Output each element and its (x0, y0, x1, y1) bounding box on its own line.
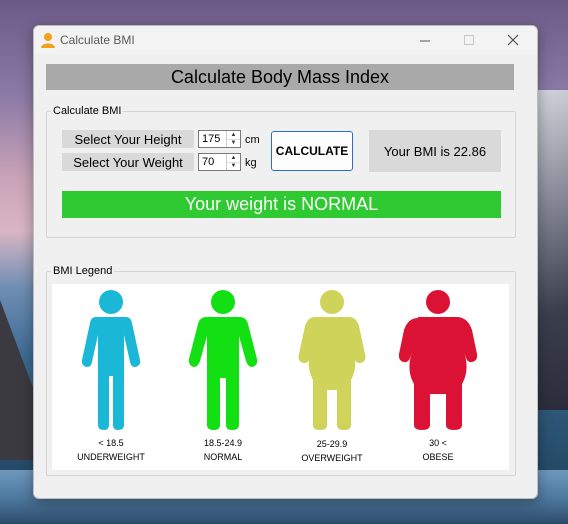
underweight-figure-icon (81, 290, 141, 430)
minimize-icon (419, 40, 430, 41)
maximize-button[interactable] (447, 28, 491, 52)
obese-category-label: OBESE (422, 452, 454, 462)
weight-status-banner: Your weight is NORMAL (62, 191, 501, 218)
close-icon (507, 34, 519, 46)
maximize-icon (463, 34, 474, 45)
underweight-range-label: < 18.5 (98, 438, 124, 448)
calculate-bmi-group-label: Calculate BMI (51, 105, 124, 117)
obese-figure-icon (398, 290, 478, 430)
title-bar[interactable]: Calculate BMI (34, 26, 537, 54)
overweight-range-label: 25-29.9 (316, 439, 348, 449)
height-label: Select Your Height (62, 130, 194, 148)
weight-unit-label: kg (245, 157, 257, 169)
overweight-figure-icon (298, 290, 366, 430)
user-icon (41, 33, 55, 48)
weight-decrement-button[interactable]: ▼ (227, 162, 240, 170)
normal-category-label: NORMAL (203, 452, 243, 462)
weight-label: Select Your Weight (62, 153, 194, 171)
weight-stepper[interactable]: ▲ ▼ (198, 153, 241, 171)
normal-range-label: 18.5-24.9 (203, 438, 243, 448)
page-title: Calculate Body Mass Index (46, 64, 514, 90)
bmi-result-display: Your BMI is 22.86 (369, 130, 501, 172)
bmi-legend-group-label: BMI Legend (51, 265, 115, 277)
close-button[interactable] (491, 28, 535, 52)
height-stepper[interactable]: ▲ ▼ (198, 130, 241, 148)
minimize-button[interactable] (403, 28, 447, 52)
obese-range-label: 30 < (429, 438, 447, 448)
bmi-window: Calculate BMI Calculate Body Mass Index … (33, 25, 538, 499)
bmi-legend-image: < 18.5 UNDERWEIGHT 18.5-24.9 NORMAL 25-2… (52, 284, 509, 470)
window-title: Calculate BMI (60, 33, 135, 47)
height-decrement-button[interactable]: ▼ (227, 139, 240, 147)
underweight-category-label: UNDERWEIGHT (77, 452, 145, 462)
normal-figure-icon (188, 290, 258, 430)
overweight-category-label: OVERWEIGHT (301, 453, 363, 463)
height-unit-label: cm (245, 134, 260, 146)
calculate-button[interactable]: CALCULATE (271, 131, 353, 171)
